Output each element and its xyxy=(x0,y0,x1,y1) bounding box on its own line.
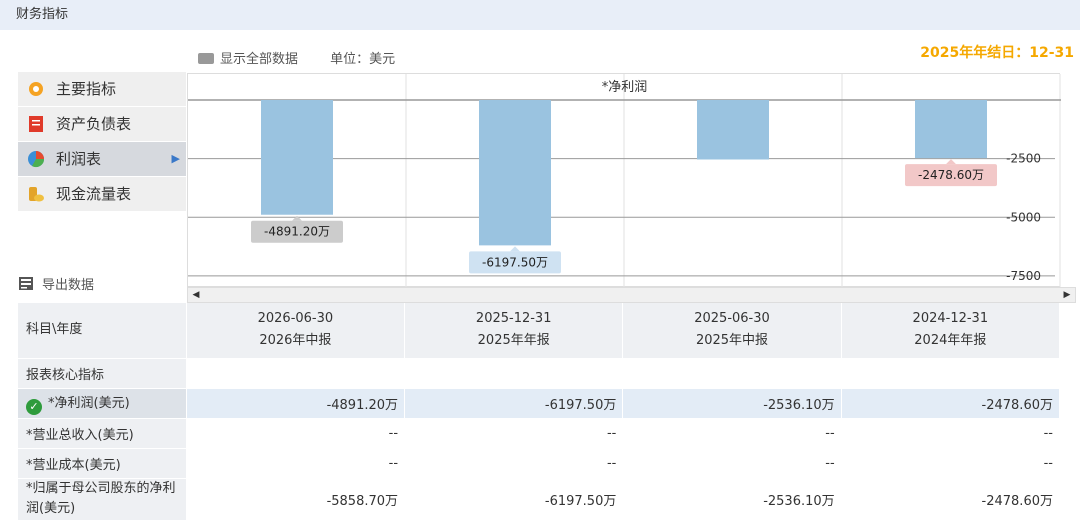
bar xyxy=(261,100,333,215)
table-row[interactable]: *营业成本(美元) -- -- -- -- xyxy=(18,448,1061,479)
cell-value: -- xyxy=(186,448,406,479)
scroll-right-icon[interactable]: ▶ xyxy=(1059,288,1075,302)
cell-value: -2478.60 xyxy=(981,493,1040,509)
cell-value: -6197.50 xyxy=(544,397,604,413)
nav-item-label: 资产负债表 xyxy=(56,115,132,133)
cell-unit: 万 xyxy=(1039,397,1053,413)
table-row-core: 报表核心指标 xyxy=(18,358,1061,389)
bar xyxy=(697,100,769,160)
row-label: *归属于母公司股东的净利润(美元) xyxy=(18,478,187,521)
data-label: -2478.60万 xyxy=(918,168,984,182)
data-label-pointer xyxy=(946,159,956,165)
financial-table: 科目\年度 2026-06-30 2026年中报 2025-12-31 2025年年… xyxy=(18,303,1061,521)
checkmark-icon: ✓ xyxy=(26,398,42,415)
column-header: 2025-12-31 2025年年报 xyxy=(404,303,624,359)
column-header: 2025-06-30 2025年中报 xyxy=(622,303,842,359)
core-indicators-label: 报表核心指标 xyxy=(18,358,187,389)
message-icon xyxy=(198,53,214,64)
net-profit-chart: -2500 -5000 -7500 *净利润 -4891.20万 -6197.50万 -24… xyxy=(187,73,1061,288)
cell-unit: 万 xyxy=(603,493,617,509)
data-label-pointer xyxy=(292,215,302,221)
year-end-label: 2025年年结日：12-31 xyxy=(920,45,1074,61)
cell-value: -2478.60 xyxy=(981,397,1040,413)
cell-unit: 万 xyxy=(603,397,617,413)
data-label-pointer xyxy=(510,246,520,252)
nav-item-label: 现金流量表 xyxy=(56,185,132,203)
cell-unit: 万 xyxy=(1039,493,1053,509)
nav-item-balance-sheet[interactable]: 资产负债表 xyxy=(18,107,186,141)
show-all-data-toggle[interactable]: 显示全部数据 xyxy=(198,48,298,67)
y-tick-label: -2500 xyxy=(1006,152,1041,166)
document-icon xyxy=(26,115,46,133)
cell-value: -5858.70 xyxy=(326,493,386,509)
column-report: 2026年中报 xyxy=(259,333,332,349)
cell-value: -6197.50 xyxy=(544,493,604,509)
cell-value: -- xyxy=(622,418,842,449)
cell-unit: 万 xyxy=(385,397,399,413)
chevron-right-icon: ▶ xyxy=(171,152,180,165)
y-tick-label: -5000 xyxy=(1006,210,1041,224)
show-all-label: 显示全部数据 xyxy=(220,52,299,67)
column-date: 2024-12-31 xyxy=(912,311,989,327)
table-row[interactable]: *营业总收入(美元) -- -- -- -- xyxy=(18,418,1061,449)
column-report: 2025年年报 xyxy=(477,333,550,349)
cell-value: -- xyxy=(404,448,624,479)
column-header: 2024-12-31 2024年年报 xyxy=(841,303,1061,359)
y-tick-label: -7500 xyxy=(1006,269,1041,283)
gear-icon xyxy=(26,80,46,98)
page-title: 财务指标 xyxy=(16,7,69,22)
row-label: *营业成本(美元) xyxy=(18,448,187,479)
cell-value: -- xyxy=(841,448,1061,479)
cell-unit: 万 xyxy=(821,397,835,413)
data-label: -4891.20万 xyxy=(264,225,330,239)
column-report: 2024年年报 xyxy=(914,333,987,349)
bar xyxy=(915,100,987,159)
export-data-button[interactable]: 导出数据 xyxy=(18,274,94,293)
nav-item-cash-flow[interactable]: 现金流量表 xyxy=(18,177,186,211)
cell-value: -- xyxy=(404,418,624,449)
table-row[interactable]: *归属于母公司股东的净利润(美元) -5858.70万 -6197.50万 -2… xyxy=(18,478,1061,521)
sidebar-nav: 主要指标 资产负债表 利润表 ▶ 现金流量表 xyxy=(18,72,186,212)
header-label: 科目\年度 xyxy=(18,303,187,359)
cell-value: -2536.10 xyxy=(763,397,822,413)
row-label: *营业总收入(美元) xyxy=(18,418,187,449)
cell-value: -- xyxy=(186,418,406,449)
nav-item-main-indicators[interactable]: 主要指标 xyxy=(18,72,186,106)
export-icon xyxy=(18,276,36,292)
export-label: 导出数据 xyxy=(42,278,95,293)
column-report: 2025年中报 xyxy=(695,333,769,349)
chart-scrollbar[interactable]: ◀ ▶ xyxy=(187,287,1076,303)
nav-item-income-statement[interactable]: 利润表 ▶ xyxy=(18,142,186,176)
nav-item-label: 主要指标 xyxy=(56,80,117,98)
column-date: 2025-06-30 xyxy=(694,311,770,327)
nav-item-label: 利润表 xyxy=(56,150,102,168)
cell-unit: 万 xyxy=(385,493,399,509)
scroll-left-icon[interactable]: ◀ xyxy=(188,288,204,302)
bar xyxy=(479,100,551,246)
unit-label: 单位：美元 xyxy=(330,52,396,67)
pie-chart-icon xyxy=(26,150,46,168)
header-bar: 财务指标 xyxy=(0,0,1080,30)
row-label: *净利润(美元) xyxy=(48,395,130,411)
coins-icon xyxy=(26,185,46,203)
cell-value: -- xyxy=(841,418,1061,449)
cell-value: -2536.10 xyxy=(763,493,822,509)
column-date: 2026-06-30 xyxy=(257,311,334,327)
cell-value: -4891.20 xyxy=(326,397,386,413)
data-label: -6197.50万 xyxy=(482,255,548,269)
chart-title: *净利润 xyxy=(602,80,648,95)
column-header: 2026-06-30 2026年中报 xyxy=(186,303,406,359)
table-row[interactable]: ✓ *净利润(美元) -4891.20万 -6197.50万 -2536.10万 … xyxy=(18,388,1061,419)
table-header-row: 科目\年度 2026-06-30 2026年中报 2025-12-31 2025年年… xyxy=(18,303,1061,359)
column-date: 2025-12-31 xyxy=(475,311,552,327)
cell-value: -- xyxy=(622,448,842,479)
toolbar: 显示全部数据 单位：美元 xyxy=(198,48,423,67)
cell-unit: 万 xyxy=(821,493,835,509)
chart-svg: -2500 -5000 -7500 *净利润 -4891.20万 -6197.50万 -24… xyxy=(188,74,1061,288)
